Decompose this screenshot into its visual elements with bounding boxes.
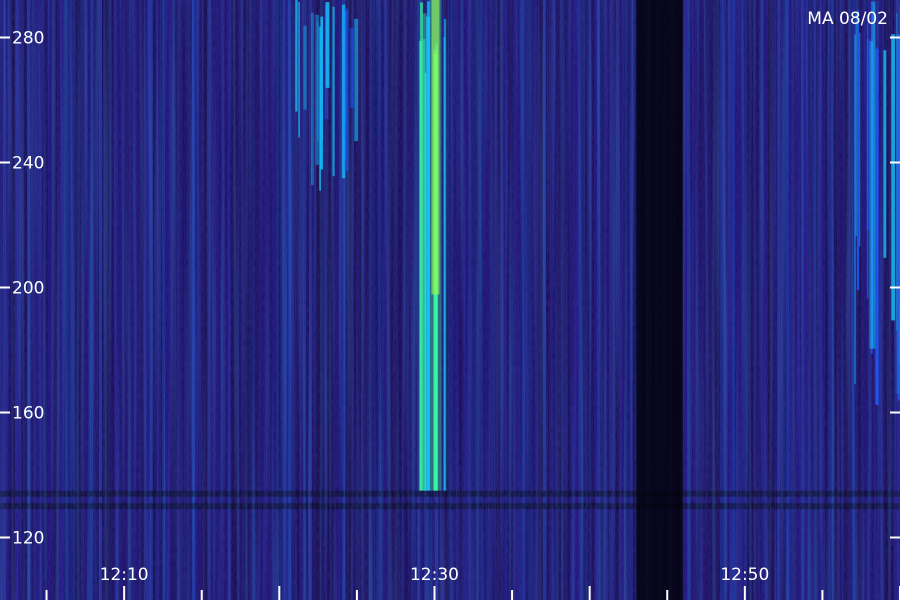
emission-streak xyxy=(354,18,359,142)
emission-streak xyxy=(866,39,871,230)
emission-streak xyxy=(875,48,879,405)
y-tick-label: 120 xyxy=(12,529,44,549)
emission-streak xyxy=(298,2,300,138)
x-tick-label: 12:30 xyxy=(410,565,459,585)
emission-streak xyxy=(854,34,856,385)
grain-texture xyxy=(0,0,900,600)
spectrogram-chart: 120 160 200 240 280 12:10 12:30 12:50 MA 08/02 xyxy=(0,0,900,600)
emission-streak xyxy=(419,41,421,491)
emission-streak xyxy=(891,34,895,321)
burst-halo xyxy=(429,0,442,491)
emission-streak xyxy=(427,50,430,491)
y-tick-label: 280 xyxy=(12,29,44,49)
x-tick-label: 12:10 xyxy=(100,565,149,585)
y-tick-label: 200 xyxy=(12,279,44,299)
emission-streak xyxy=(883,50,887,258)
emission-streak xyxy=(310,12,314,186)
y-tick-label: 240 xyxy=(12,154,44,174)
emission-streak xyxy=(320,16,323,170)
emission-streak xyxy=(315,14,320,165)
emission-streak xyxy=(422,13,427,491)
emission-streak xyxy=(295,0,298,112)
y-tick-label: 160 xyxy=(12,404,44,424)
emission-streak xyxy=(350,28,354,109)
emission-streak xyxy=(859,32,861,247)
emission-streak xyxy=(344,8,349,172)
emission-streak xyxy=(303,25,307,110)
data-gap xyxy=(636,0,683,600)
x-tick-label: 12:50 xyxy=(720,565,769,585)
emission-streak xyxy=(443,18,447,491)
emission-streak xyxy=(325,2,330,88)
station-date-stamp: MA 08/02 xyxy=(807,9,888,29)
emission-streak xyxy=(332,6,335,177)
